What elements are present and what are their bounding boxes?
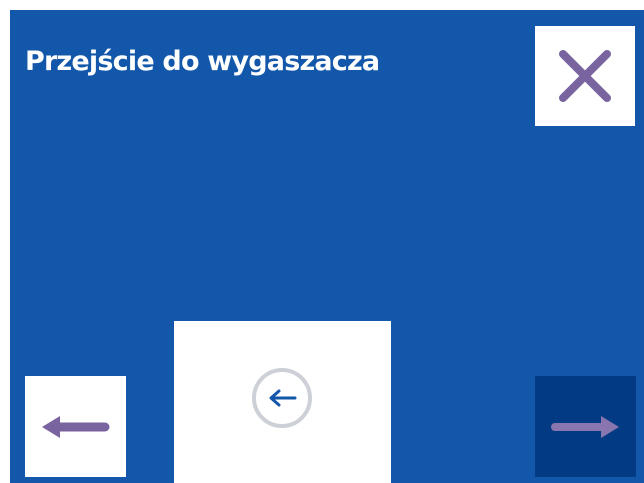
previous-button[interactable]	[25, 376, 126, 477]
arrow-left-icon	[42, 416, 110, 438]
close-button[interactable]	[535, 26, 635, 126]
next-button[interactable]	[535, 376, 636, 477]
back-circle-icon	[252, 368, 312, 428]
close-icon	[559, 50, 611, 102]
screen: Przejście do wygaszacza	[10, 10, 644, 483]
center-panel	[174, 321, 391, 483]
back-button[interactable]	[251, 367, 313, 429]
arrow-right-icon	[551, 416, 619, 438]
page-title: Przejście do wygaszacza	[25, 46, 380, 77]
